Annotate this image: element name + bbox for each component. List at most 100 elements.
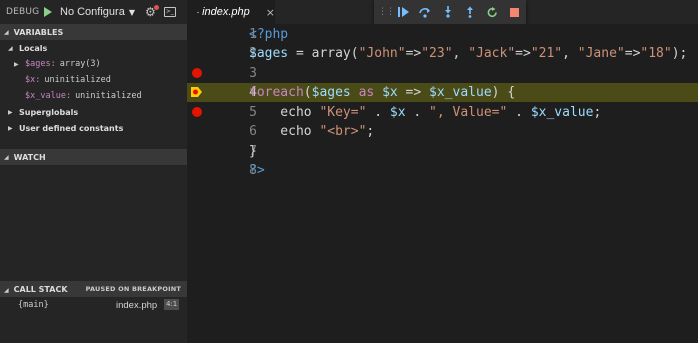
code-token: ) { — [491, 85, 516, 100]
code-token: "<br>" — [319, 124, 367, 139]
tab-index-php[interactable]: index.php × — [187, 0, 275, 24]
code-token: => — [397, 85, 430, 100]
stop-icon[interactable] — [504, 0, 526, 24]
code-token: ( — [350, 46, 359, 61]
code-token: <?php — [249, 27, 289, 42]
code-token: , — [452, 46, 469, 61]
step-out-icon[interactable] — [459, 0, 481, 24]
close-icon[interactable]: × — [266, 6, 275, 19]
chevron-down-icon: ◢ — [4, 286, 9, 294]
notification-dot — [153, 5, 159, 10]
code-token: "21" — [530, 46, 563, 61]
code-token: as — [350, 85, 383, 100]
chevron-right-icon[interactable]: ▶ — [14, 61, 20, 68]
start-debugging-icon[interactable] — [44, 7, 52, 17]
watch-section-header[interactable]: ◢ WATCH — [0, 149, 191, 165]
gear-icon[interactable]: ⚙ — [145, 5, 159, 19]
code-token: "23" — [421, 46, 453, 61]
configuration-select[interactable]: No Configura — [60, 6, 125, 18]
chevron-right-icon: ▶ — [8, 124, 13, 132]
code-content: echo "Key=" . $x . ", Value=" . $x_value… — [249, 103, 601, 122]
floating-debug-toolbar: ⋮⋮ — [374, 0, 526, 24]
variable-item[interactable]: $x_value: uninitialized — [0, 88, 187, 104]
code-token: , — [562, 46, 578, 61]
step-over-icon[interactable] — [414, 0, 436, 24]
code-content: foreach($ages as $x => $x_value) { — [249, 83, 515, 102]
paused-status: PAUSED ON BREAKPOINT — [85, 285, 181, 293]
user-constants-scope[interactable]: ▶ User defined constants — [0, 120, 187, 136]
chevron-down-icon: ◢ — [4, 153, 9, 161]
code-editor[interactable]: 1 <?php 2 $ages = array("John"=>"23", "J… — [187, 24, 698, 343]
line-number: 3 — [249, 66, 257, 81]
superglobals-scope[interactable]: ▶ Superglobals — [0, 104, 187, 120]
code-token: "John" — [358, 46, 406, 61]
variable-name: $x: — [25, 75, 41, 85]
code-line[interactable]: 3 — [187, 64, 698, 83]
code-token: foreach — [249, 85, 304, 100]
stack-frame-file: index.php — [116, 299, 158, 311]
code-line[interactable]: 7 } — [187, 142, 698, 161]
line-number: 7 — [249, 144, 257, 159]
step-into-icon[interactable] — [437, 0, 459, 24]
code-token: $x — [382, 85, 398, 100]
code-token: => — [624, 46, 641, 61]
callstack-section: ◢ CALL STACK PAUSED ON BREAKPOINT {main} … — [0, 281, 187, 313]
watch-header-label: WATCH — [13, 152, 46, 162]
code-line-current[interactable]: 4 foreach($ages as $x => $x_value) { — [187, 83, 698, 102]
code-token: ); — [671, 46, 688, 61]
code-line[interactable]: 8 ?> — [187, 161, 698, 180]
code-content: } — [249, 142, 257, 161]
restart-icon[interactable] — [481, 0, 503, 24]
variable-item[interactable]: ▶ $ages: array(3) — [0, 56, 187, 72]
code-token: "18" — [640, 46, 672, 61]
code-line[interactable]: 6 echo "<br>"; — [187, 122, 698, 141]
stack-frame-position: 4:1 — [164, 299, 180, 310]
stack-frame[interactable]: {main} index.php 4:1 — [0, 297, 187, 313]
code-token: echo — [249, 105, 320, 120]
code-token: $x_value — [429, 85, 492, 100]
variable-value: uninitialized — [75, 91, 142, 101]
code-content: ?> — [249, 161, 265, 180]
code-token: = — [288, 46, 312, 61]
code-token: ", Value=" — [429, 105, 508, 120]
code-token: => — [515, 46, 531, 61]
code-token: => — [405, 46, 422, 61]
callstack-header-label: CALL STACK — [13, 284, 68, 294]
code-token: } — [249, 144, 257, 159]
stack-frame-name: {main} — [18, 300, 49, 310]
code-content: <?php — [249, 25, 288, 44]
php-file-icon — [197, 11, 200, 13]
callstack-section-header[interactable]: ◢ CALL STACK PAUSED ON BREAKPOINT — [0, 281, 187, 297]
variables-header-label: VARIABLES — [13, 27, 64, 37]
code-content: $ages = array("John"=>"23", "Jack"=>"21"… — [249, 44, 687, 63]
variable-item[interactable]: $x: uninitialized — [0, 72, 187, 88]
code-token: "Key=" — [319, 105, 367, 120]
debug-sidebar: DEBUG No Configura ▼ ⚙ >_ ◢ VARIABLES ◢ … — [0, 0, 191, 343]
line-number: 6 — [249, 124, 257, 139]
variable-name: $ages: — [25, 59, 56, 69]
drag-handle-icon[interactable]: ⋮⋮ — [374, 7, 395, 17]
continue-icon[interactable] — [392, 0, 414, 24]
line-number: 1 — [249, 27, 257, 42]
debug-title: DEBUG — [6, 7, 40, 17]
code-token: $x — [389, 105, 406, 120]
code-token: ; — [593, 105, 602, 120]
code-token: echo — [249, 124, 320, 139]
superglobals-label: Superglobals — [19, 107, 79, 117]
code-line[interactable]: 2 $ages = array("John"=>"23", "Jack"=>"2… — [187, 44, 698, 63]
variable-value: uninitialized — [44, 75, 111, 85]
code-line[interactable]: 1 <?php — [187, 25, 698, 44]
vscode-window: DEBUG No Configura ▼ ⚙ >_ ◢ VARIABLES ◢ … — [0, 0, 698, 343]
debug-toolbar-header: DEBUG No Configura ▼ ⚙ >_ — [0, 0, 187, 24]
locals-scope[interactable]: ◢ Locals — [0, 40, 187, 56]
variables-section-header[interactable]: ◢ VARIABLES — [0, 24, 187, 40]
debug-console-icon[interactable]: >_ — [163, 7, 176, 17]
code-line[interactable]: 5 echo "Key=" . $x . ", Value=" . $x_val… — [187, 103, 698, 122]
code-token: $ages — [311, 85, 351, 100]
line-number: 8 — [249, 163, 257, 178]
variable-name: $x_value: — [25, 91, 72, 101]
code-token: $x_value — [530, 105, 594, 120]
chevron-down-icon: ◢ — [4, 28, 9, 36]
chevron-down-icon[interactable]: ▼ — [129, 8, 135, 17]
line-number: 5 — [249, 105, 257, 120]
